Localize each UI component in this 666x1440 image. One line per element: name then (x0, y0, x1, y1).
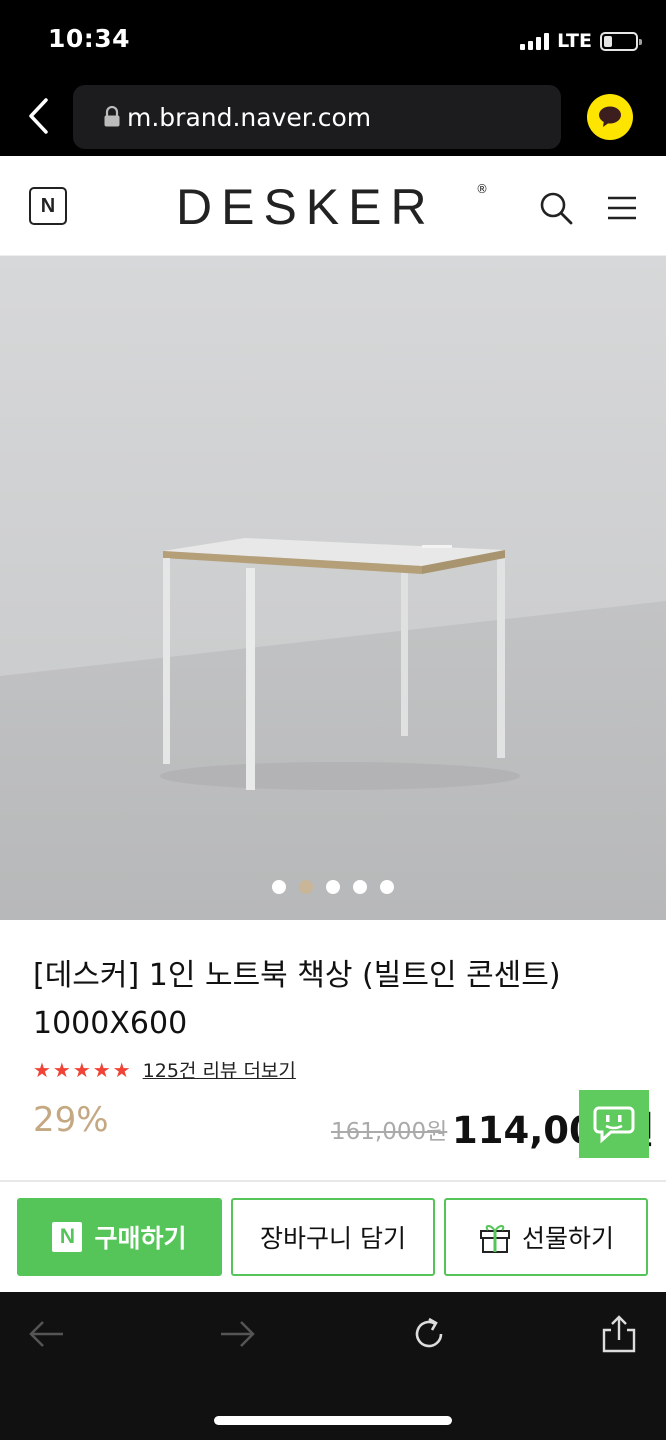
status-time: 10:34 (48, 24, 131, 53)
product-title: [데스커] 1인 노트북 책상 (빌트인 콘센트) 1000X600 (33, 958, 561, 1041)
carousel-dot[interactable] (272, 880, 286, 894)
forward-arrow-icon[interactable] (217, 1314, 257, 1354)
talk-talk-button[interactable] (579, 1090, 649, 1158)
product-info: [데스커] 1인 노트북 책상 (빌트인 콘센트) 1000X600 ★★★★★… (0, 920, 666, 1180)
brand-logo[interactable]: DESKER (176, 178, 436, 236)
browser-bar: m.brand.naver.com (0, 78, 666, 156)
carousel-dot[interactable] (326, 880, 340, 894)
review-link[interactable]: 125건 리뷰 더보기 (143, 1056, 296, 1083)
product-photo (0, 256, 666, 920)
kakaotalk-button[interactable] (587, 94, 633, 140)
chat-bubble-icon (599, 106, 621, 127)
back-icon[interactable] (22, 96, 58, 136)
chat-icon (593, 1106, 635, 1144)
reload-icon[interactable] (409, 1314, 449, 1354)
cart-button-label: 장바구니 담기 (260, 1224, 406, 1253)
discount-rate: 29% (33, 1100, 109, 1140)
carousel-dot[interactable] (353, 880, 367, 894)
product-image-carousel[interactable] (0, 256, 666, 920)
gift-button-label: 선물하기 (521, 1224, 614, 1253)
add-to-cart-button[interactable]: 장바구니 담기 (231, 1198, 435, 1276)
site-header: N DESKER ® (0, 156, 666, 256)
url-field[interactable]: m.brand.naver.com (73, 85, 561, 149)
registered-mark: ® (476, 182, 488, 196)
rating: ★★★★★ 125건 리뷰 더보기 (33, 1056, 296, 1083)
status-indicators: LTE (520, 30, 642, 52)
lock-icon (104, 106, 120, 127)
browser-toolbar (0, 1292, 666, 1440)
battery-icon (600, 31, 642, 51)
signal-icon (520, 32, 550, 50)
naver-logo[interactable]: N (29, 187, 67, 225)
buy-button-label: 구매하기 (94, 1224, 187, 1253)
search-icon[interactable] (538, 190, 574, 226)
menu-icon[interactable] (604, 190, 640, 226)
buy-button[interactable]: N 구매하기 (17, 1198, 222, 1276)
share-icon[interactable] (599, 1314, 639, 1354)
carousel-dots (0, 880, 666, 894)
network-label: LTE (557, 30, 592, 52)
purchase-action-bar: N 구매하기 장바구니 담기 선물하기 (0, 1180, 666, 1292)
url-text: m.brand.naver.com (127, 102, 372, 132)
gift-button[interactable]: 선물하기 (444, 1198, 648, 1276)
back-arrow-icon[interactable] (27, 1314, 67, 1354)
carousel-dot[interactable] (380, 880, 394, 894)
status-bar: 10:34 LTE (0, 0, 666, 78)
star-rating-icon: ★★★★★ (33, 1057, 133, 1082)
original-price: 161,000원 (331, 1119, 448, 1145)
home-indicator[interactable] (214, 1416, 452, 1425)
carousel-dot-active[interactable] (299, 880, 313, 894)
naver-pay-icon: N (52, 1222, 83, 1252)
gift-icon (479, 1225, 510, 1253)
